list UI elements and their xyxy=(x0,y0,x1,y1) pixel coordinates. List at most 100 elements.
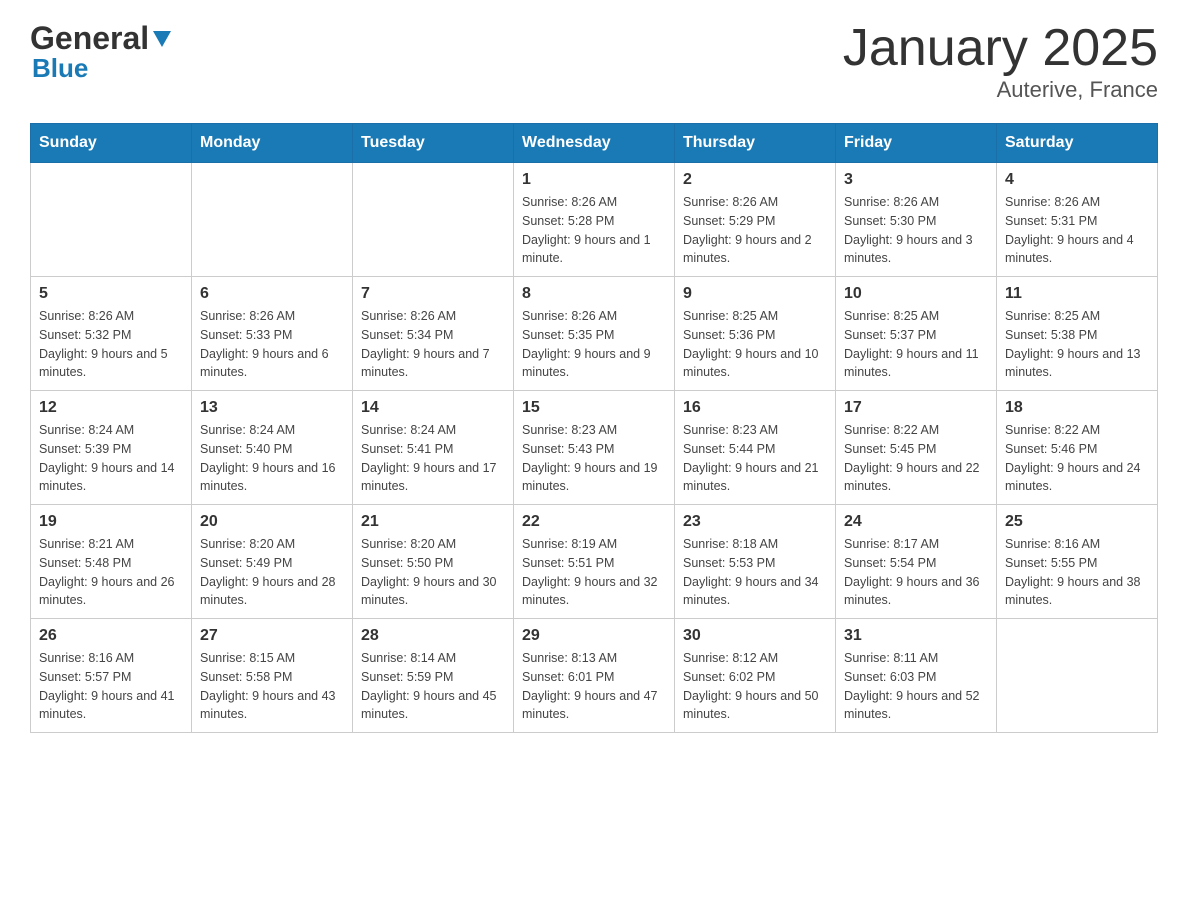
day-number: 24 xyxy=(844,513,988,531)
day-number: 5 xyxy=(39,285,183,303)
calendar-week-5: 26 Sunrise: 8:16 AMSunset: 5:57 PMDayligh… xyxy=(31,619,1158,733)
day-info: Sunrise: 8:26 AMSunset: 5:31 PMDaylight:… xyxy=(1005,193,1149,268)
calendar-cell: 20Sunrise: 8:20 AMSunset: 5:49 PMDayligh… xyxy=(192,505,353,619)
day-info: Sunrise: 8:26 AMSunset: 5:33 PMDaylight:… xyxy=(200,307,344,382)
calendar-cell: 21 Sunrise: 8:20 AMSunset: 5:50 PMDayligh… xyxy=(353,505,514,619)
calendar-cell: 31Sunrise: 8:11 AMSunset: 6:03 PMDayligh… xyxy=(836,619,997,733)
day-info: Sunrise: 8:16 AMSunset: 5:57 PMDaylight:… xyxy=(39,649,183,724)
calendar-cell: 30 Sunrise: 8:12 AMSunset: 6:02 PMDayligh… xyxy=(675,619,836,733)
logo-blue: Blue xyxy=(32,53,88,84)
day-number: 2 xyxy=(683,171,827,189)
calendar-table: SundayMondayTuesdayWednesdayThursdayFrid… xyxy=(30,123,1158,733)
calendar-weekday-friday: Friday xyxy=(836,124,997,163)
calendar-body: 1Sunrise: 8:26 AMSunset: 5:28 PMDaylight… xyxy=(31,163,1158,733)
day-number: 20 xyxy=(200,513,344,531)
day-number: 17 xyxy=(844,399,988,417)
day-info: Sunrise: 8:19 AMSunset: 5:51 PMDaylight:… xyxy=(522,535,666,610)
calendar-cell xyxy=(31,163,192,277)
day-number: 27 xyxy=(200,627,344,645)
day-info: Sunrise: 8:16 AMSunset: 5:55 PMDaylight:… xyxy=(1005,535,1149,610)
day-info: Sunrise: 8:20 AMSunset: 5:50 PMDaylight:… xyxy=(361,535,505,610)
calendar-cell: 1Sunrise: 8:26 AMSunset: 5:28 PMDaylight… xyxy=(514,163,675,277)
calendar-cell: 12 Sunrise: 8:24 AMSunset: 5:39 PMDayligh… xyxy=(31,391,192,505)
calendar-cell: 9 Sunrise: 8:25 AMSunset: 5:36 PMDaylight… xyxy=(675,277,836,391)
day-number: 19 xyxy=(39,513,183,531)
calendar-cell: 15 Sunrise: 8:23 AMSunset: 5:43 PMDayligh… xyxy=(514,391,675,505)
day-number: 25 xyxy=(1005,513,1149,531)
calendar-cell: 16 Sunrise: 8:23 AMSunset: 5:44 PMDayligh… xyxy=(675,391,836,505)
calendar-cell: 19 Sunrise: 8:21 AMSunset: 5:48 PMDayligh… xyxy=(31,505,192,619)
calendar-cell: 25 Sunrise: 8:16 AMSunset: 5:55 PMDayligh… xyxy=(997,505,1158,619)
day-number: 9 xyxy=(683,285,827,303)
calendar-cell: 26 Sunrise: 8:16 AMSunset: 5:57 PMDayligh… xyxy=(31,619,192,733)
day-number: 21 xyxy=(361,513,505,531)
day-info: Sunrise: 8:12 AMSunset: 6:02 PMDaylight:… xyxy=(683,649,827,724)
calendar-cell: 11 Sunrise: 8:25 AMSunset: 5:38 PMDayligh… xyxy=(997,277,1158,391)
calendar-cell: 27 Sunrise: 8:15 AMSunset: 5:58 PMDayligh… xyxy=(192,619,353,733)
calendar-cell: 8 Sunrise: 8:26 AMSunset: 5:35 PMDaylight… xyxy=(514,277,675,391)
calendar-cell: 14 Sunrise: 8:24 AMSunset: 5:41 PMDayligh… xyxy=(353,391,514,505)
day-number: 23 xyxy=(683,513,827,531)
day-info: Sunrise: 8:26 AMSunset: 5:34 PMDaylight:… xyxy=(361,307,505,382)
day-number: 14 xyxy=(361,399,505,417)
calendar-cell: 5Sunrise: 8:26 AMSunset: 5:32 PMDaylight… xyxy=(31,277,192,391)
day-info: Sunrise: 8:23 AMSunset: 5:44 PMDaylight:… xyxy=(683,421,827,496)
day-number: 31 xyxy=(844,627,988,645)
calendar-week-4: 19 Sunrise: 8:21 AMSunset: 5:48 PMDayligh… xyxy=(31,505,1158,619)
day-number: 13 xyxy=(200,399,344,417)
calendar-cell: 18 Sunrise: 8:22 AMSunset: 5:46 PMDayligh… xyxy=(997,391,1158,505)
calendar-cell: 23 Sunrise: 8:18 AMSunset: 5:53 PMDayligh… xyxy=(675,505,836,619)
calendar-cell xyxy=(997,619,1158,733)
page-subtitle: Auterive, France xyxy=(843,77,1158,103)
day-number: 30 xyxy=(683,627,827,645)
day-number: 1 xyxy=(522,171,666,189)
day-info: Sunrise: 8:25 AMSunset: 5:37 PMDaylight:… xyxy=(844,307,988,382)
day-number: 29 xyxy=(522,627,666,645)
calendar-week-2: 5Sunrise: 8:26 AMSunset: 5:32 PMDaylight… xyxy=(31,277,1158,391)
day-info: Sunrise: 8:26 AMSunset: 5:30 PMDaylight:… xyxy=(844,193,988,268)
day-number: 28 xyxy=(361,627,505,645)
day-number: 3 xyxy=(844,171,988,189)
day-number: 8 xyxy=(522,285,666,303)
calendar-week-3: 12 Sunrise: 8:24 AMSunset: 5:39 PMDayligh… xyxy=(31,391,1158,505)
title-block: January 2025 Auterive, France xyxy=(843,20,1158,103)
day-number: 16 xyxy=(683,399,827,417)
day-number: 6 xyxy=(200,285,344,303)
day-info: Sunrise: 8:22 AMSunset: 5:45 PMDaylight:… xyxy=(844,421,988,496)
day-info: Sunrise: 8:24 AMSunset: 5:41 PMDaylight:… xyxy=(361,421,505,496)
calendar-cell: 2 Sunrise: 8:26 AMSunset: 5:29 PMDaylight… xyxy=(675,163,836,277)
page-header: General Blue January 2025 Auterive, Fran… xyxy=(30,20,1158,103)
calendar-weekday-saturday: Saturday xyxy=(997,124,1158,163)
day-info: Sunrise: 8:26 AMSunset: 5:35 PMDaylight:… xyxy=(522,307,666,382)
day-number: 10 xyxy=(844,285,988,303)
logo: General Blue xyxy=(30,20,173,84)
day-info: Sunrise: 8:13 AMSunset: 6:01 PMDaylight:… xyxy=(522,649,666,724)
calendar-cell: 22Sunrise: 8:19 AMSunset: 5:51 PMDayligh… xyxy=(514,505,675,619)
day-info: Sunrise: 8:18 AMSunset: 5:53 PMDaylight:… xyxy=(683,535,827,610)
day-info: Sunrise: 8:17 AMSunset: 5:54 PMDaylight:… xyxy=(844,535,988,610)
day-info: Sunrise: 8:15 AMSunset: 5:58 PMDaylight:… xyxy=(200,649,344,724)
day-number: 4 xyxy=(1005,171,1149,189)
day-info: Sunrise: 8:14 AMSunset: 5:59 PMDaylight:… xyxy=(361,649,505,724)
day-info: Sunrise: 8:25 AMSunset: 5:38 PMDaylight:… xyxy=(1005,307,1149,382)
calendar-cell: 6 Sunrise: 8:26 AMSunset: 5:33 PMDaylight… xyxy=(192,277,353,391)
day-info: Sunrise: 8:21 AMSunset: 5:48 PMDaylight:… xyxy=(39,535,183,610)
calendar-cell: 10 Sunrise: 8:25 AMSunset: 5:37 PMDayligh… xyxy=(836,277,997,391)
day-number: 7 xyxy=(361,285,505,303)
day-info: Sunrise: 8:25 AMSunset: 5:36 PMDaylight:… xyxy=(683,307,827,382)
page-title: January 2025 xyxy=(843,20,1158,77)
calendar-cell: 4 Sunrise: 8:26 AMSunset: 5:31 PMDaylight… xyxy=(997,163,1158,277)
logo-triangle-icon xyxy=(151,27,173,49)
day-info: Sunrise: 8:23 AMSunset: 5:43 PMDaylight:… xyxy=(522,421,666,496)
day-number: 15 xyxy=(522,399,666,417)
day-number: 12 xyxy=(39,399,183,417)
day-info: Sunrise: 8:26 AMSunset: 5:29 PMDaylight:… xyxy=(683,193,827,268)
day-info: Sunrise: 8:24 AMSunset: 5:39 PMDaylight:… xyxy=(39,421,183,496)
day-info: Sunrise: 8:22 AMSunset: 5:46 PMDaylight:… xyxy=(1005,421,1149,496)
day-number: 26 xyxy=(39,627,183,645)
day-number: 11 xyxy=(1005,285,1149,303)
calendar-weekday-wednesday: Wednesday xyxy=(514,124,675,163)
day-number: 18 xyxy=(1005,399,1149,417)
calendar-cell: 17 Sunrise: 8:22 AMSunset: 5:45 PMDayligh… xyxy=(836,391,997,505)
calendar-weekday-thursday: Thursday xyxy=(675,124,836,163)
